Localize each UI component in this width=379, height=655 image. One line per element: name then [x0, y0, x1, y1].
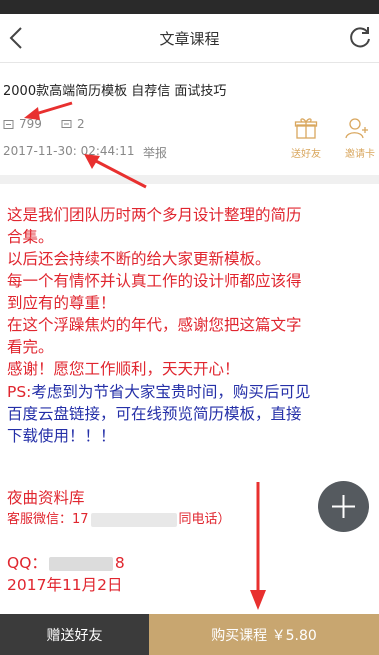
view-count-value: 799 [19, 117, 42, 131]
course-description: 这是我们团队历时两个多月设计整理的简历 合集。 以后还会持续不断的给大家更新模板… [0, 184, 379, 614]
add-user-icon [345, 118, 368, 139]
view-count: 799 [3, 117, 42, 131]
description-line: 看完。 [7, 338, 54, 356]
publish-datetime: 2017-11-30: 02:44:11 [3, 144, 135, 158]
description-line: 感谢！愿您工作顺利，天天开心！ [7, 360, 240, 378]
wechat-contact: 客服微信：17 同电话） [7, 509, 231, 531]
bottom-action-bar: 赠送好友 购买课程 ￥5.80 [0, 614, 379, 655]
wechat-suffix: 同电话） [178, 512, 231, 527]
content-date: 2017年11月2日 [7, 576, 123, 594]
gift-icon [294, 118, 318, 139]
invite-card-label: 邀请卡 [345, 149, 375, 160]
qq-suffix: 8 [114, 554, 125, 572]
comment-icon [61, 119, 72, 128]
redacted-block [90, 512, 177, 527]
buy-course-button[interactable]: 购买课程 ￥5.80 [149, 614, 379, 655]
invite-card-button[interactable]: 邀请卡 [345, 117, 379, 160]
section-divider [0, 175, 379, 184]
top-navigation-bar: 文章课程 [0, 14, 379, 63]
gift-to-friend-button[interactable]: 赠送好友 [0, 614, 149, 655]
ps-text: 下载使用！！！ [7, 427, 116, 445]
report-link[interactable]: 举报 [143, 144, 167, 161]
shop-name: 夜曲资料库 [7, 489, 85, 507]
status-bar [0, 0, 379, 14]
page-title: 文章课程 [159, 30, 220, 48]
description-line: 合集。 [7, 228, 54, 246]
ps-text: 考虑到为节省大家宝贵时间，购买后可见 [31, 383, 311, 401]
view-icon [3, 119, 14, 129]
course-meta-section: 2000款高端简历模板 自荐信 面试技巧 799 2 2017-11-30: 0… [0, 63, 379, 175]
wechat-prefix: 客服微信：17 [7, 512, 89, 527]
description-line: 以后还会持续不断的给大家更新模板。 [7, 250, 271, 268]
send-to-friend-button[interactable]: 送好友 [286, 117, 326, 160]
ps-note: PS:考虑到为节省大家宝贵时间，购买后可见 [7, 381, 310, 403]
qq-prefix: QQ： [7, 554, 47, 572]
redacted-block [48, 556, 113, 571]
refresh-button[interactable] [347, 24, 373, 50]
send-to-friend-label: 送好友 [291, 149, 321, 160]
ps-text: 百度云盘链接，可在线预览简历模板，直接 [7, 405, 302, 423]
description-line: 这是我们团队历时两个多月设计整理的简历 [7, 206, 302, 224]
comment-count-value: 2 [77, 117, 85, 131]
ps-prefix: PS: [7, 383, 32, 401]
qq-contact: QQ： 8 [7, 552, 125, 574]
description-line: 到应有的尊重！ [7, 294, 116, 312]
description-line: 在这个浮躁焦灼的年代，感谢您把这篇文字 [7, 316, 302, 334]
refresh-icon [350, 27, 370, 48]
course-title: 2000款高端简历模板 自荐信 面试技巧 [3, 84, 227, 99]
description-line: 每一个有情怀并认真工作的设计师都应该得 [7, 272, 302, 290]
plus-icon [332, 495, 355, 518]
comment-count: 2 [61, 117, 85, 131]
floating-add-button[interactable] [318, 481, 369, 532]
